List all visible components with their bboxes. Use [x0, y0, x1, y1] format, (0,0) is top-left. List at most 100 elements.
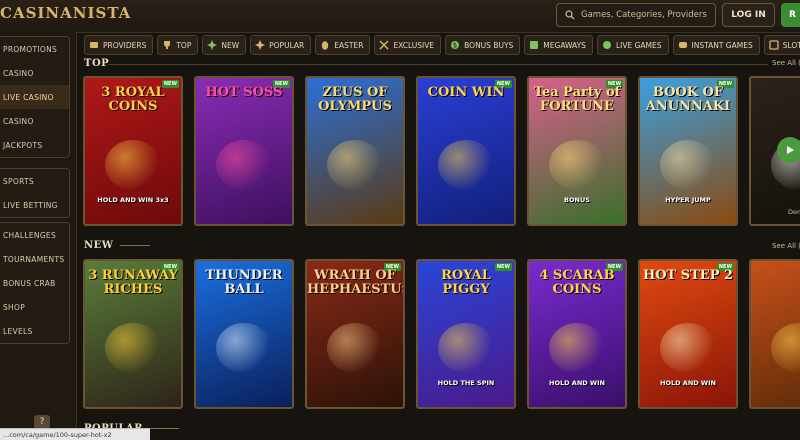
category-bar: PROVIDERS TOP NEW POPULAR EASTER EXCLUSIVE $ BO… — [80, 32, 800, 58]
category-instant-games-button[interactable]: INSTANT GAMES — [672, 35, 760, 55]
game-artwork — [327, 140, 383, 190]
demo-link[interactable]: Dem — [788, 208, 800, 216]
play-button[interactable] — [777, 137, 800, 163]
category-label: EXCLUSIVE — [393, 40, 435, 50]
game-artwork — [327, 323, 383, 373]
game-subtitle: HOLD AND WIN — [660, 379, 716, 387]
see-all-top-link[interactable]: See All ( — [772, 59, 800, 67]
game-card[interactable]: NEW 4 SCARAB COINS HOLD AND WIN — [527, 259, 627, 409]
game-artwork — [216, 323, 272, 373]
category-exclusive-button[interactable]: EXCLUSIVE — [374, 35, 442, 55]
sidebar-item-jackpots[interactable]: JACKPOTS — [0, 133, 69, 157]
category-bonus-buys-button[interactable]: $ BONUS BUYS — [445, 35, 521, 55]
game-title: 3 RUNAWAY RICHES — [88, 268, 178, 297]
game-title: ROYAL PIGGY — [441, 268, 491, 297]
game-card[interactable]: NEW HOT STEP 2 HOLD AND WIN — [638, 259, 738, 409]
game-card[interactable]: NEW WRATH OF HEPHAESTUS — [305, 259, 405, 409]
game-card[interactable]: NEW COIN WIN — [416, 76, 516, 226]
category-label: EASTER — [334, 40, 364, 50]
new-games-row: NEW 3 RUNAWAY RICHES THUNDER BALL NEW WRATH … — [83, 259, 800, 415]
search-placeholder: Games, Categories, Providers — [581, 10, 707, 20]
sidebar-item-levels[interactable]: LEVELS — [0, 319, 69, 343]
divider — [149, 428, 180, 429]
search-input[interactable]: Games, Categories, Providers — [556, 3, 716, 27]
game-subtitle: HYPER JUMP — [665, 196, 711, 204]
register-button[interactable]: R — [781, 3, 800, 27]
category-label: BONUS BUYS — [464, 40, 514, 50]
game-title: THUNDER BALL — [205, 268, 283, 297]
sidebar-item-promotions[interactable]: PROMOTIONS — [0, 37, 69, 61]
game-card[interactable]: NEW 3 ROYAL COINS HOLD AND WIN 3x3 — [83, 76, 183, 226]
play-icon — [787, 146, 794, 154]
sidebar-item-live-betting[interactable]: LIVE BETTING — [0, 193, 69, 217]
game-title: 4 SCARAB COINS — [539, 268, 615, 297]
game-artwork — [771, 323, 800, 373]
game-artwork — [438, 140, 494, 190]
category-slots-button[interactable]: SLOTS — [763, 35, 800, 55]
sidebar-item-casino-home[interactable]: CASINO — [0, 61, 69, 85]
category-label: TOP — [176, 40, 192, 50]
category-providers-button[interactable]: PROVIDERS — [84, 35, 154, 55]
game-artwork — [549, 140, 605, 190]
sidebar-item-bonus-crab[interactable]: BONUS CRAB — [0, 271, 69, 295]
category-label: SLOTS — [782, 40, 800, 50]
sidebar-item-casino[interactable]: LIVE CASINO — [0, 85, 69, 109]
game-card[interactable]: NEW ROYAL PIGGY HOLD THE SPIN — [416, 259, 516, 409]
category-live-games-button[interactable]: LIVE GAMES — [596, 35, 669, 55]
game-artwork — [105, 140, 161, 190]
game-artwork — [105, 323, 161, 373]
megaways-icon — [530, 41, 539, 49]
game-title: BOOK OF ANUNNAKI — [645, 85, 731, 114]
category-new-button[interactable]: NEW — [202, 35, 247, 55]
category-label: LIVE GAMES — [615, 40, 662, 50]
top-games-row: NEW 3 ROYAL COINS HOLD AND WIN 3x3 NEW HOT S… — [83, 76, 800, 232]
category-megaways-button[interactable]: MEGAWAYS — [524, 35, 593, 55]
site-logo[interactable]: CASINANISTA — [0, 4, 131, 22]
browser-status-url: ...com/ca/game/100-super-hot-x2 — [0, 428, 150, 440]
divider — [108, 64, 768, 65]
game-artwork — [660, 323, 716, 373]
help-button[interactable]: ? — [34, 415, 50, 429]
game-title: WRATH OF HEPHAESTUS — [307, 268, 405, 297]
game-title: HOT STEP 2 — [642, 268, 734, 283]
game-card[interactable] — [749, 259, 800, 409]
sidebar-item-challenges[interactable]: CHALLENGES — [0, 223, 69, 247]
category-popular-button[interactable]: POPULAR — [250, 35, 312, 55]
top-header: CASINANISTA Games, Categories, Providers… — [0, 0, 800, 33]
sidebar-group-rewards: CHALLENGES TOURNAMENTS BONUS CRAB SHOP L… — [0, 222, 70, 344]
new-icon — [207, 40, 218, 50]
game-artwork — [660, 140, 716, 190]
login-button[interactable]: LOG IN — [722, 3, 775, 27]
category-easter-button[interactable]: EASTER — [315, 35, 371, 55]
game-card[interactable]: ZEUS OF OLYMPUS — [305, 76, 405, 226]
game-card[interactable]: NEW Tea Party of FORTUNE BONUS — [527, 76, 627, 226]
game-subtitle: HOLD AND WIN — [549, 379, 605, 387]
category-label: NEW — [221, 40, 240, 50]
category-top-button[interactable]: TOP — [157, 35, 199, 55]
sidebar-item-tournaments[interactable]: TOURNAMENTS — [0, 247, 69, 271]
divider — [119, 245, 150, 246]
game-card[interactable]: NEW BOOK OF ANUNNAKI HYPER JUMP — [638, 76, 738, 226]
game-card[interactable]: NEW HOT SOSS — [194, 76, 294, 226]
sidebar: PROMOTIONS CASINO LIVE CASINO CASINO JAC… — [0, 32, 77, 440]
slots-icon — [769, 40, 779, 50]
game-card[interactable]: NEW 3 RUNAWAY RICHES — [83, 259, 183, 409]
popular-icon — [255, 40, 266, 50]
section-top-label: TOP — [84, 58, 110, 69]
sidebar-item-sports[interactable]: SPORTS — [0, 169, 69, 193]
sidebar-item-live-casino[interactable]: CASINO — [0, 109, 69, 133]
game-artwork — [438, 323, 494, 373]
game-card[interactable]: THUNDER BALL — [194, 259, 294, 409]
section-title-top: TOP — [84, 58, 109, 69]
game-title: ZEUS OF OLYMPUS — [318, 85, 392, 114]
game-subtitle: BONUS — [564, 196, 590, 204]
trophy-icon — [164, 41, 171, 49]
search-icon — [565, 10, 575, 20]
bonus-buys-icon: $ — [451, 41, 460, 50]
game-title: 3 ROYAL COINS — [101, 85, 165, 114]
section-new-label: NEW — [84, 240, 114, 251]
sidebar-item-shop[interactable]: SHOP — [0, 295, 69, 319]
egg-icon — [322, 41, 329, 50]
section-title-new: NEW — [84, 240, 150, 251]
see-all-new-link[interactable]: See All ( — [772, 242, 800, 250]
